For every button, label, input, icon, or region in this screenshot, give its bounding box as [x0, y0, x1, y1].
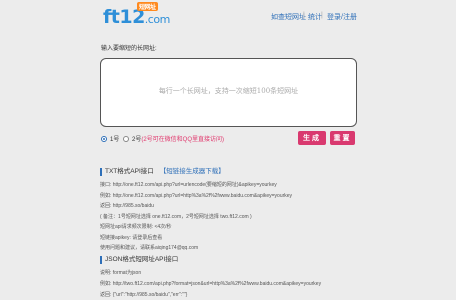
option-2-label: 2号: [132, 137, 142, 143]
txt-api-line: ( 备注：1号短网址选择 one.ft12.com，2号短网址选择 two.ft…: [100, 214, 252, 220]
txt-api-line: 短网址api请求频次限制: <4次/秒: [100, 224, 172, 230]
txt-api-title: TXT格式API接口: [105, 168, 154, 175]
site-logo[interactable]: ft12.com 短网址: [103, 2, 171, 28]
json-api-line: 返回: {"url":"http://985.so/baidu","err":"…: [100, 292, 188, 298]
txt-api-line: 使用问题和建议，请联系aiqing174@qq.com: [100, 245, 199, 251]
txt-api-section-title: TXT格式API接口 【短链接生成器下载】: [100, 168, 225, 176]
option-2-radio[interactable]: 2号 (2号可在微信和QQ里直接访问): [123, 134, 224, 143]
option-1-radio[interactable]: 1号: [101, 134, 119, 143]
txt-api-line: 短链接apikey: 请登录后查看: [100, 235, 163, 241]
txt-api-line: 例如: http://one.ft12.com/api.php?url=http…: [100, 193, 293, 199]
nav-separator: |: [321, 12, 323, 19]
url-prompt-label: 输入要缩短的长网址:: [101, 46, 157, 52]
logo-domain: .com: [144, 13, 171, 26]
logo-badge: 短网址: [137, 2, 158, 11]
generate-button[interactable]: 生成: [298, 131, 326, 145]
nav-stats-link[interactable]: 统计: [308, 14, 322, 21]
radio-empty-icon[interactable]: [123, 135, 129, 142]
option-1-label: 1号: [110, 137, 120, 143]
json-api-section-title: JSON格式短网址API接口: [100, 256, 178, 264]
txt-api-line: 返回: http://985.so/baidu: [100, 203, 154, 209]
option-2-note: (2号可在微信和QQ里直接访问): [141, 137, 225, 143]
download-link[interactable]: 【短链接生成器下载】: [160, 168, 225, 175]
reset-button[interactable]: 重置: [330, 131, 355, 145]
txt-api-line: 接口: http://one.ft12.com/api.php?url=urle…: [100, 182, 277, 188]
long-url-textarea[interactable]: 每行一个长网址，支持一次缩短100条短网址: [100, 58, 357, 127]
json-api-line: 例如: http://two.ft12.com/api.php?format=j…: [100, 281, 322, 287]
nav-separator: |: [303, 12, 305, 19]
nav-login-link[interactable]: 登录/注册: [327, 14, 357, 21]
json-api-line: 说明: format为json: [100, 270, 142, 276]
radio-selected-icon[interactable]: [101, 135, 107, 142]
textarea-placeholder: 每行一个长网址，支持一次缩短100条短网址: [158, 87, 299, 95]
nav-query-link[interactable]: 如查短网址: [271, 14, 306, 21]
json-api-title: JSON格式短网址API接口: [105, 256, 179, 263]
header: ft12.com 短网址 如查短网址 | 统计 | 登录/注册: [0, 0, 456, 32]
